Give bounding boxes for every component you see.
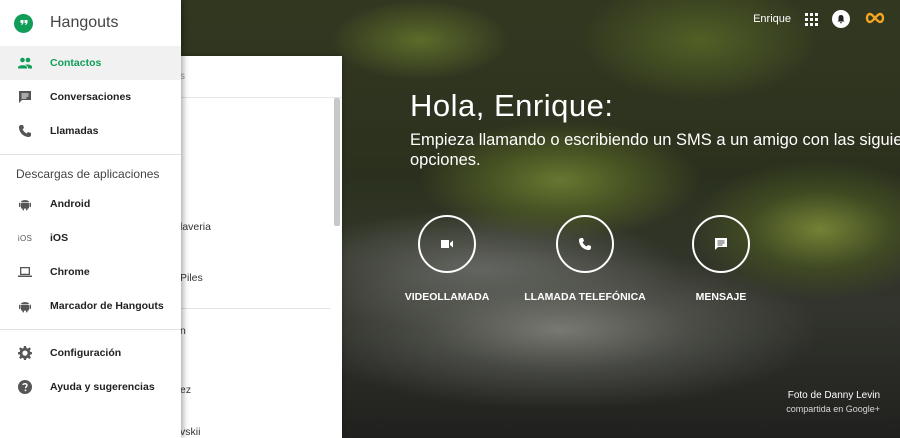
android-icon: [16, 297, 34, 315]
android-icon: [16, 195, 34, 213]
downloads-heading: Descargas de aplicaciones: [16, 167, 160, 181]
nav-item-label: Ayuda y sugerencias: [50, 381, 155, 393]
nav-item-label: Conversaciones: [50, 91, 132, 103]
contact-item[interactable]: laveria: [180, 221, 211, 233]
video-call-button[interactable]: VIDEOLLAMADA: [405, 215, 489, 303]
greeting-heading: Hola, Enrique:: [410, 88, 614, 123]
drawer-divider: [0, 329, 181, 330]
videocam-icon: [418, 215, 476, 273]
download-label: Chrome: [50, 266, 90, 278]
nav-item-settings[interactable]: Configuración: [0, 336, 181, 370]
laptop-icon: [16, 263, 34, 281]
app-title: Hangouts: [50, 14, 119, 31]
ios-icon: iOS: [17, 233, 33, 243]
contact-item[interactable]: Piles: [180, 272, 203, 284]
hangouts-logo-icon: [14, 13, 33, 33]
greeting-subtitle: Empieza llamando o escribiendo un SMS a …: [410, 131, 900, 169]
photo-credit-author[interactable]: Foto de Danny Levin: [786, 390, 880, 401]
call-actions: VIDEOLLAMADA LLAMADA TELEFÓNICA MENSAJE: [405, 215, 751, 303]
people-icon: [16, 54, 34, 72]
phone-icon: [556, 215, 614, 273]
nav-item-help[interactable]: Ayuda y sugerencias: [0, 370, 181, 404]
drawer-header: Hangouts: [0, 0, 181, 46]
download-chrome[interactable]: Chrome: [0, 255, 181, 289]
chat-icon: [16, 88, 34, 106]
phone-icon: [16, 122, 34, 140]
nav-item-label: Configuración: [50, 347, 122, 359]
download-label: Android: [50, 198, 91, 210]
drawer-divider: [0, 154, 181, 155]
gear-icon: [16, 344, 34, 362]
navigation-drawer: Hangouts Contactos Conversaciones Llamad…: [0, 0, 181, 438]
phone-call-button[interactable]: LLAMADA TELEFÓNICA: [524, 215, 646, 303]
infinity-icon[interactable]: [864, 11, 886, 28]
contacts-scrollbar[interactable]: [334, 98, 340, 226]
nav-item-label: Llamadas: [50, 125, 99, 137]
download-ios[interactable]: iOS iOS: [0, 221, 181, 255]
download-android[interactable]: Android: [0, 187, 181, 221]
help-icon: [16, 378, 34, 396]
message-icon: [692, 215, 750, 273]
phone-call-label: LLAMADA TELEFÓNICA: [524, 291, 646, 303]
video-call-label: VIDEOLLAMADA: [404, 291, 490, 303]
nav-item-contacts[interactable]: Contactos: [0, 46, 181, 80]
download-label: Marcador de Hangouts: [50, 300, 164, 312]
top-bar: Enrique: [753, 10, 886, 28]
nav-item-label: Contactos: [50, 57, 102, 69]
user-name[interactable]: Enrique: [753, 13, 791, 25]
photo-credit-source[interactable]: compartida en Google+: [786, 404, 880, 414]
message-label: MENSAJE: [695, 291, 747, 303]
contacts-divider: [180, 308, 330, 309]
notifications-icon[interactable]: [832, 10, 850, 28]
nav-item-calls[interactable]: Llamadas: [0, 114, 181, 148]
download-hangouts-dialer[interactable]: Marcador de Hangouts: [0, 289, 181, 323]
message-button[interactable]: MENSAJE: [691, 215, 751, 303]
contact-item[interactable]: vskii: [180, 426, 200, 438]
apps-grid-icon[interactable]: [805, 12, 818, 26]
download-label: iOS: [50, 232, 69, 244]
nav-item-conversations[interactable]: Conversaciones: [0, 80, 181, 114]
photo-credit: Foto de Danny Levin compartida en Google…: [786, 390, 880, 414]
contact-item[interactable]: ez: [180, 384, 191, 396]
welcome-hero: Hola, Enrique: Empieza llamando o escrib…: [410, 88, 900, 170]
